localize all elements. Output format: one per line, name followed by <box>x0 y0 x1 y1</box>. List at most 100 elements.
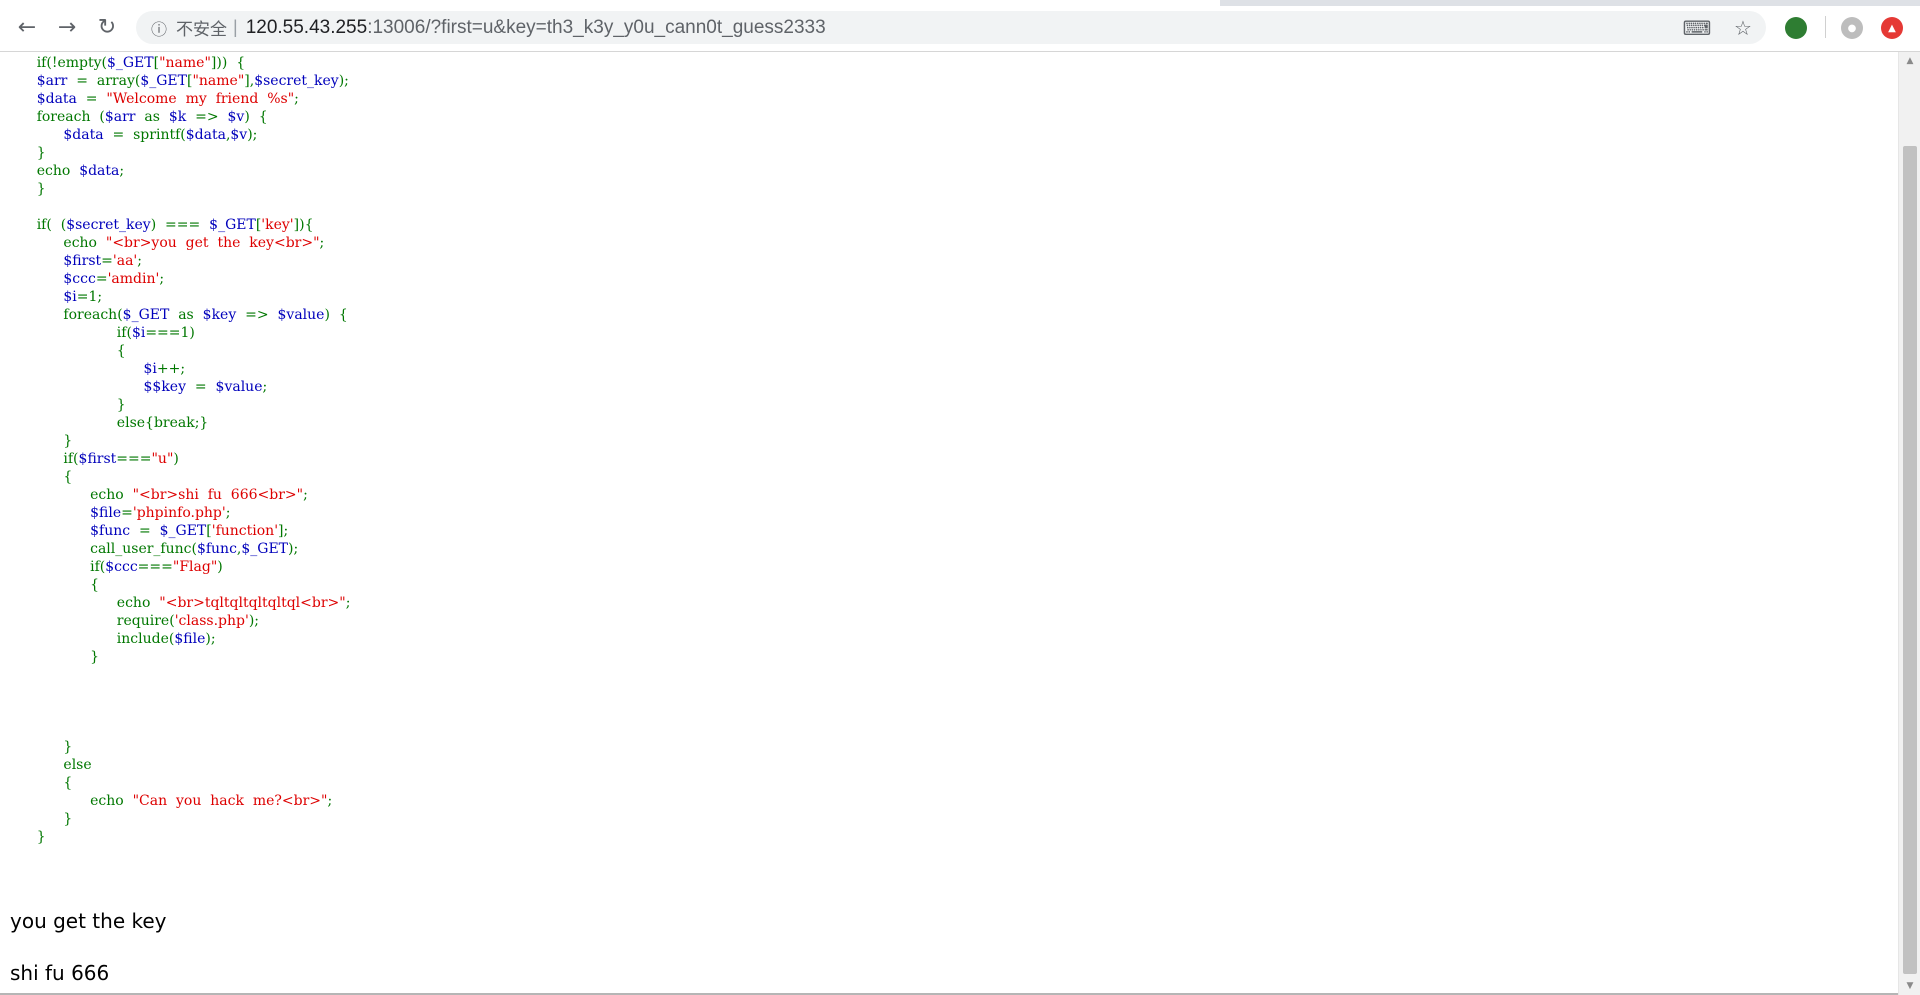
translate-icon[interactable]: ⌨ <box>1683 15 1712 41</box>
code-token: $_GET <box>106 55 154 71</box>
code-token: $func <box>196 541 237 557</box>
code-token: ); <box>338 73 349 89</box>
code-token: 'class.php' <box>174 613 249 629</box>
code-line: include($file); <box>10 630 350 648</box>
code-token: $first <box>78 451 117 467</box>
code-token: $_GET <box>140 73 187 89</box>
code-token: ; <box>137 253 142 269</box>
code-token: $data <box>185 127 226 143</box>
code-token: => <box>186 109 228 125</box>
code-line: } <box>10 396 350 414</box>
code-line: } <box>10 180 350 198</box>
code-line: $file='phpinfo.php'; <box>10 504 350 522</box>
code-line: { <box>10 342 350 360</box>
code-token: { <box>10 775 73 791</box>
code-token: as <box>135 109 169 125</box>
code-token: $i <box>131 325 146 341</box>
php-source-code: if(!empty($_GET["name"])) { $arr = array… <box>10 54 351 846</box>
info-icon[interactable]: ⓘ <box>150 19 168 39</box>
code-token: $_GET <box>209 217 256 233</box>
code-token: ]; <box>278 523 289 539</box>
code-token: $v <box>230 127 248 143</box>
code-token: ); <box>248 613 259 629</box>
code-token: else <box>10 757 92 773</box>
code-token: if( <box>10 451 79 467</box>
bookmark-star-icon[interactable]: ☆ <box>1730 15 1756 41</box>
code-token: $data <box>10 91 77 107</box>
code-token: $arr <box>104 109 136 125</box>
code-token: $secret_key <box>254 73 339 89</box>
scroll-up-arrow-icon[interactable]: ▲ <box>1899 52 1920 70</box>
vertical-scrollbar[interactable]: ▲ ▼ <box>1898 52 1920 995</box>
code-line: call_user_func($func,$_GET); <box>10 540 350 558</box>
code-token: ; <box>303 487 308 503</box>
code-token: if( ( <box>10 217 67 233</box>
code-token: $func <box>10 523 131 539</box>
code-token: } <box>10 739 73 755</box>
code-token: $_GET <box>122 307 170 323</box>
code-token: ); <box>288 541 299 557</box>
code-token: => <box>236 307 278 323</box>
extension-icon[interactable] <box>1785 17 1807 39</box>
code-token: { <box>10 577 100 593</box>
code-token: = <box>76 91 107 107</box>
code-token: === <box>116 451 152 467</box>
code-token: = <box>186 379 216 395</box>
code-line: { <box>10 774 350 792</box>
code-token: echo <box>10 793 133 809</box>
code-line: $$key = $value; <box>10 378 350 396</box>
tab-strip <box>0 0 1920 6</box>
code-line: { <box>10 576 350 594</box>
update-icon[interactable]: ▲ <box>1881 17 1903 39</box>
reload-icon[interactable]: ↻ <box>92 12 122 42</box>
code-token: ; <box>345 595 351 611</box>
code-token: =1; <box>76 289 103 305</box>
code-token: echo <box>10 163 80 179</box>
code-token: $arr <box>10 73 68 89</box>
code-token: $value <box>277 307 325 323</box>
forward-arrow-icon[interactable]: → <box>52 12 82 42</box>
code-token: } <box>10 829 46 845</box>
code-token: $v <box>227 109 245 125</box>
code-token: ); <box>247 127 258 143</box>
code-token: 'phpinfo.php' <box>132 505 226 521</box>
code-token: $_GET <box>159 523 207 539</box>
code-token: ===1) <box>145 325 195 341</box>
code-token: $$key <box>10 379 187 395</box>
code-token: === <box>137 559 173 575</box>
code-token: } <box>10 649 100 665</box>
code-token: "u" <box>151 451 174 467</box>
code-token: call_user_func( <box>10 541 197 557</box>
code-line: else <box>10 756 350 774</box>
address-bar[interactable]: ⓘ 不安全 | 120.55.43.255:13006/?first=u&key… <box>136 11 1766 44</box>
code-token: ; <box>225 505 231 521</box>
active-tab[interactable] <box>0 0 1220 6</box>
code-line: } <box>10 144 350 162</box>
code-token: ) <box>173 451 179 467</box>
output-line-shifu: shi fu 666 <box>10 961 110 985</box>
code-token: "name" <box>159 55 211 71</box>
code-token: 'key' <box>261 217 294 233</box>
code-token: $value <box>215 379 263 395</box>
profile-avatar-icon[interactable]: ● <box>1841 17 1863 39</box>
code-line: echo "<br>tqltqltqltqltql<br>"; <box>10 594 351 612</box>
code-line: $data = "Welcome my friend %s"; <box>10 90 350 108</box>
code-token: $ccc <box>105 559 138 575</box>
code-line: $first='aa'; <box>10 252 350 270</box>
code-token: ; <box>262 379 268 395</box>
code-line: foreach ($arr as $k => $v) { <box>10 108 350 126</box>
code-token: "<br>tqltqltqltqltql<br>" <box>159 595 346 611</box>
scroll-thumb[interactable] <box>1903 146 1917 974</box>
code-token: require( <box>10 613 175 629</box>
code-token: as <box>169 307 203 323</box>
back-arrow-icon[interactable]: ← <box>12 12 42 42</box>
code-line: else{break;} <box>10 414 350 432</box>
code-token: ) { <box>244 109 268 125</box>
code-token: { <box>10 343 126 359</box>
code-token: = sprintf( <box>103 127 186 143</box>
code-line: if($first==="u") <box>10 450 350 468</box>
scroll-down-arrow-icon[interactable]: ▼ <box>1899 977 1920 995</box>
